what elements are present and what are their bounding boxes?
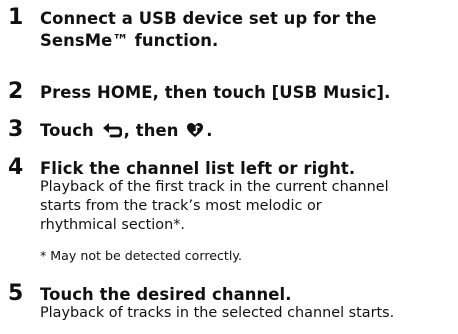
step-title-text: Touch [40,121,94,140]
step-title: Touch , then . [40,120,452,145]
step-number: 4 [8,155,24,180]
step-description-line: Playback of tracks in the selected chann… [40,305,395,321]
step-number: 5 [8,281,24,306]
step-number: 1 [8,5,24,30]
footnote: * May not be detected correctly. [40,248,243,263]
step-number: 2 [8,79,24,104]
step-title-line: Touch , then . [40,120,452,145]
step-title-line: Touch the desired channel. [40,285,292,304]
step-title-line: Connect a USB device set up for the [40,9,377,28]
step-title: Flick the channel list left or right. [40,158,452,180]
step-description-line: rhythmical section*. [40,217,185,233]
step-description-line: starts from the track’s most melodic or [40,198,322,214]
step-title-line: Press HOME, then touch [USB Music]. [40,83,391,102]
step-description: Playback of the first track in the curre… [40,178,452,235]
instruction-document: 1 Connect a USB device set up for the Se… [0,0,458,334]
step-description-line: Playback of the first track in the curre… [40,179,389,195]
step-description: Playback of tracks in the selected chann… [40,304,452,323]
step-title: Press HOME, then touch [USB Music]. [40,82,452,104]
step-title-text: , then [123,121,179,140]
heart-music-note-icon [186,121,204,145]
step-title-line: SensMe™ function. [40,31,219,50]
step-title-line: Flick the channel list left or right. [40,159,356,178]
step-title: Connect a USB device set up for the Sens… [40,8,452,52]
back-arrow-icon [102,121,123,145]
step-number: 3 [8,117,24,142]
step-title-text: . [206,121,213,140]
step-title: Touch the desired channel. [40,284,452,306]
